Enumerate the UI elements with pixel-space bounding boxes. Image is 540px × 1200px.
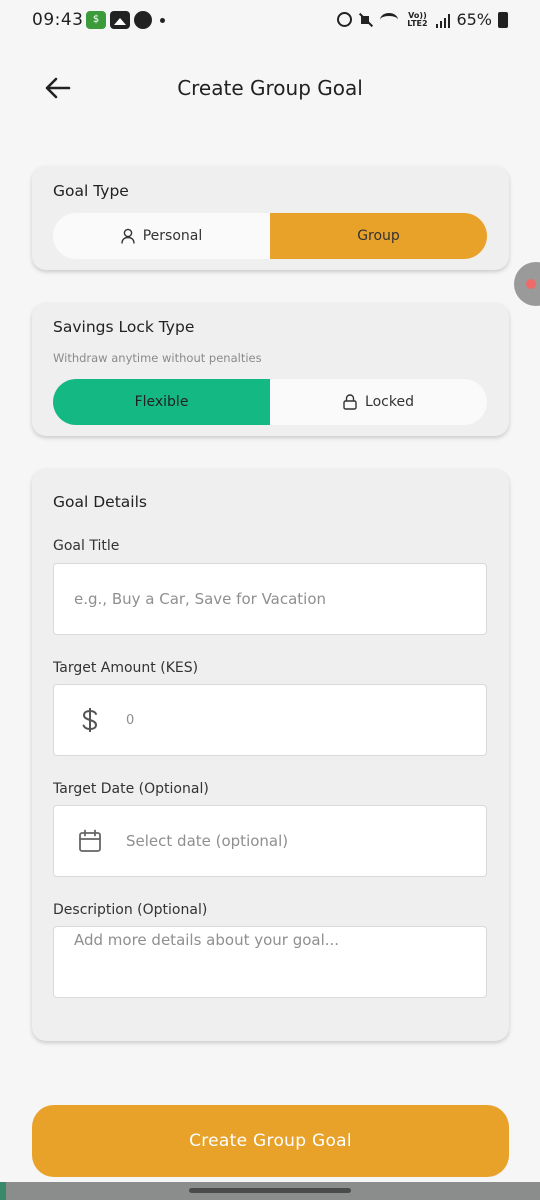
- description-placeholder: Add more details about your goal...: [74, 931, 340, 949]
- battery-percent: 65%: [456, 10, 492, 29]
- description-field[interactable]: Add more details about your goal...: [53, 926, 487, 998]
- lock-type-title: Savings Lock Type: [53, 318, 195, 336]
- gallery-icon: [110, 11, 130, 29]
- volte-label: Vo)) LTE2: [407, 10, 428, 28]
- target-amount-label: Target Amount (KES): [53, 660, 199, 676]
- lock-icon: [343, 394, 357, 410]
- floating-assistant-handle[interactable]: [514, 262, 540, 306]
- notification-icons: $: [86, 11, 165, 29]
- alarm-icon: [337, 12, 353, 27]
- goal-details-card: Goal Details Goal Title e.g., Buy a Car,…: [32, 469, 509, 1041]
- goal-title-label: Goal Title: [53, 538, 120, 554]
- screen: 09:43 $ Vo)) LTE2 65% Create Group Goal …: [0, 0, 540, 1200]
- create-group-goal-button[interactable]: Create Group Goal: [32, 1105, 509, 1177]
- status-time: 09:43: [32, 10, 84, 30]
- calendar-icon: [79, 829, 101, 852]
- person-icon: [121, 228, 135, 244]
- more-notifications-icon: [160, 17, 165, 23]
- target-date-placeholder: Select date (optional): [126, 832, 289, 850]
- system-icons: Vo)) LTE2 65%: [337, 10, 508, 29]
- status-bar: 09:43 $ Vo)) LTE2 65%: [0, 0, 540, 40]
- goal-type-title: Goal Type: [53, 182, 129, 200]
- money-app-icon: $: [86, 11, 106, 29]
- mute-icon: [358, 12, 374, 28]
- goal-details-title: Goal Details: [53, 493, 147, 511]
- goal-title-placeholder: e.g., Buy a Car, Save for Vacation: [74, 590, 327, 608]
- personal-label: Personal: [142, 228, 203, 244]
- locked-label: Locked: [365, 394, 414, 410]
- group-label: Group: [357, 228, 400, 244]
- nav-accent: [0, 1182, 6, 1200]
- goal-title-field[interactable]: e.g., Buy a Car, Save for Vacation: [53, 563, 487, 635]
- home-gesture-handle[interactable]: [189, 1188, 351, 1193]
- description-label: Description (Optional): [53, 902, 208, 918]
- wifi-icon: [380, 12, 399, 27]
- page-title: Create Group Goal: [177, 76, 363, 100]
- goal-type-group-option[interactable]: Group: [270, 213, 487, 259]
- target-date-field[interactable]: Select date (optional): [53, 805, 487, 877]
- goal-type-toggle: Personal Group: [53, 213, 487, 259]
- lock-type-flexible-option[interactable]: Flexible: [53, 379, 270, 425]
- target-amount-placeholder: 0: [126, 712, 135, 728]
- flexible-label: Flexible: [134, 394, 189, 410]
- target-date-label: Target Date (Optional): [53, 781, 209, 797]
- lock-type-locked-option[interactable]: Locked: [270, 379, 487, 425]
- message-icon: [134, 11, 152, 29]
- signal-icon: [436, 12, 451, 28]
- target-amount-field[interactable]: 0: [53, 684, 487, 756]
- goal-type-card: Goal Type Personal Group: [32, 166, 509, 270]
- goal-type-personal-option[interactable]: Personal: [53, 213, 270, 259]
- lock-type-card: Savings Lock Type Withdraw anytime witho…: [32, 303, 509, 436]
- dollar-icon: [82, 708, 98, 732]
- battery-icon: [498, 11, 508, 28]
- lock-type-toggle: Flexible Locked: [53, 379, 487, 425]
- lock-type-subtitle: Withdraw anytime without penalties: [53, 351, 262, 365]
